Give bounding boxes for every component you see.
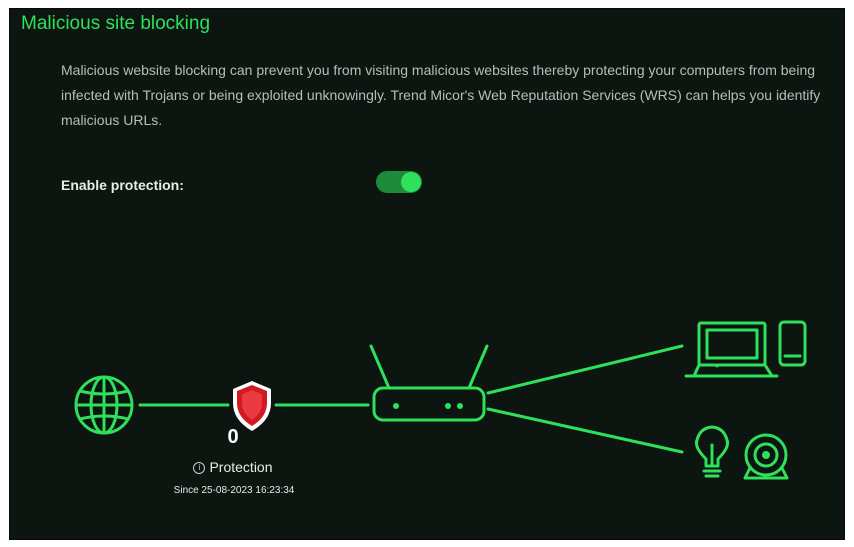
router-icon [369,344,489,422]
globe-icon [74,375,134,435]
protection-label: Protection [209,459,273,475]
laptop-icon [684,321,779,378]
webcam-lens [762,451,770,459]
since-timestamp: Since 25-08-2023 16:23:34 [173,485,295,496]
router-lights [393,403,463,409]
protection-info-link[interactable]: i Protection [172,459,294,475]
info-icon: i [193,462,206,474]
blocked-count: 0 [227,426,239,448]
network-diagram [74,320,807,480]
shield-icon [233,381,271,431]
link-router-laptop [486,344,684,395]
link-router-devices [486,407,684,454]
lightbulb-icon [694,425,730,478]
phone-icon [778,320,807,367]
